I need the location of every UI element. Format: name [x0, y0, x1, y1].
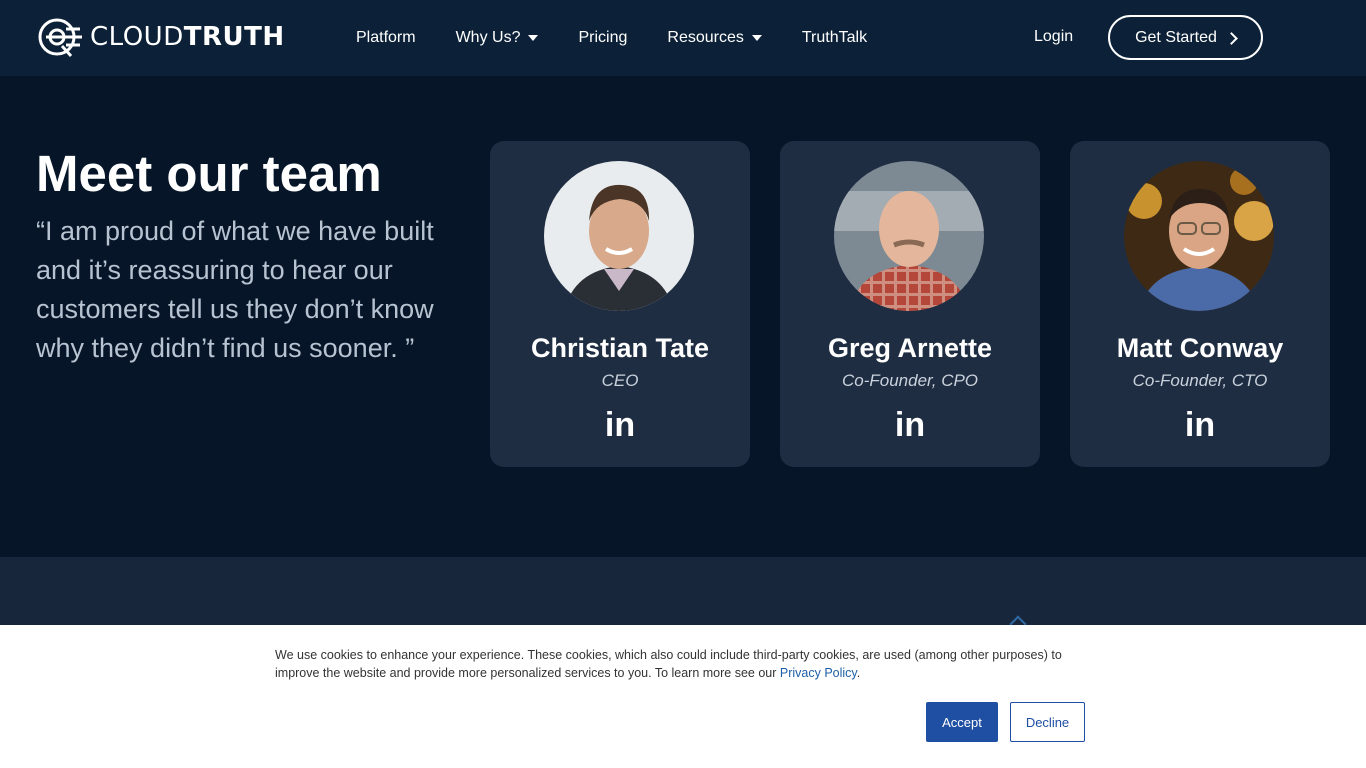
logo-text-bold: TRUTH — [183, 22, 285, 52]
login-link[interactable]: Login — [1034, 28, 1073, 46]
team-quote: “I am proud of what we have built and it… — [36, 216, 434, 363]
linkedin-icon[interactable]: in — [604, 408, 636, 442]
avatar — [834, 161, 984, 311]
logo-text-light: CLOUD — [90, 22, 184, 52]
team-card: Greg Arnette Co-Founder, CPO in — [780, 141, 1040, 467]
portrait-image — [1124, 161, 1274, 311]
portrait-image — [544, 161, 694, 311]
main-nav: Platform Why Us? Pricing Resources Truth… — [356, 0, 867, 76]
member-role: Co-Founder, CPO — [841, 371, 979, 390]
member-role: CEO — [601, 371, 639, 390]
team-card: Matt Conway Co-Founder, CTO in — [1070, 141, 1330, 467]
site-header: CLOUDTRUTH Platform Why Us? Pricing Reso… — [0, 0, 1366, 76]
decline-cookies-button[interactable]: Decline — [1010, 702, 1085, 742]
member-name: Matt Conway — [1116, 333, 1284, 363]
section-title: Meet our team — [36, 145, 382, 202]
avatar — [544, 161, 694, 311]
get-started-button[interactable]: Get Started — [1108, 15, 1263, 60]
cookie-message: We use cookies to enhance your experienc… — [275, 646, 1075, 682]
nav-label: Pricing — [578, 29, 628, 46]
nav-label: Resources — [667, 29, 744, 46]
cloudtruth-logo-icon — [38, 18, 82, 58]
nav-label: TruthTalk — [801, 29, 868, 46]
linkedin-icon[interactable]: in — [894, 408, 926, 442]
nav-why-us[interactable]: Why Us? — [456, 29, 539, 47]
member-role: Co-Founder, CTO — [1132, 371, 1268, 390]
portrait-image — [834, 161, 984, 311]
accept-cookies-button[interactable]: Accept — [926, 702, 998, 742]
chevron-right-icon — [1225, 31, 1238, 45]
nav-platform[interactable]: Platform — [356, 29, 416, 47]
linkedin-icon[interactable]: in — [1184, 408, 1216, 442]
cookie-banner: We use cookies to enhance your experienc… — [0, 625, 1366, 768]
caret-down-icon — [751, 35, 762, 41]
caret-down-icon — [528, 35, 539, 41]
nav-resources[interactable]: Resources — [667, 29, 762, 47]
member-name: Christian Tate — [530, 333, 710, 363]
logo[interactable]: CLOUDTRUTH — [36, 16, 285, 58]
nav-label: Platform — [356, 29, 416, 46]
privacy-policy-link[interactable]: Privacy Policy — [780, 666, 857, 680]
avatar — [1124, 161, 1274, 311]
nav-truthtalk[interactable]: TruthTalk — [802, 29, 867, 47]
get-started-label: Get Started — [1135, 28, 1217, 46]
nav-pricing[interactable]: Pricing — [578, 29, 627, 47]
cookie-text: We use cookies to enhance your experienc… — [275, 648, 1062, 680]
member-name: Greg Arnette — [827, 333, 993, 363]
team-section: Meet our team “I am proud of what we hav… — [0, 76, 1366, 557]
cookie-text-end: . — [856, 666, 861, 680]
logo-wordmark: CLOUDTRUTH — [90, 22, 285, 52]
nav-label: Why Us? — [455, 29, 521, 46]
team-card: Christian Tate CEO in — [490, 141, 750, 467]
